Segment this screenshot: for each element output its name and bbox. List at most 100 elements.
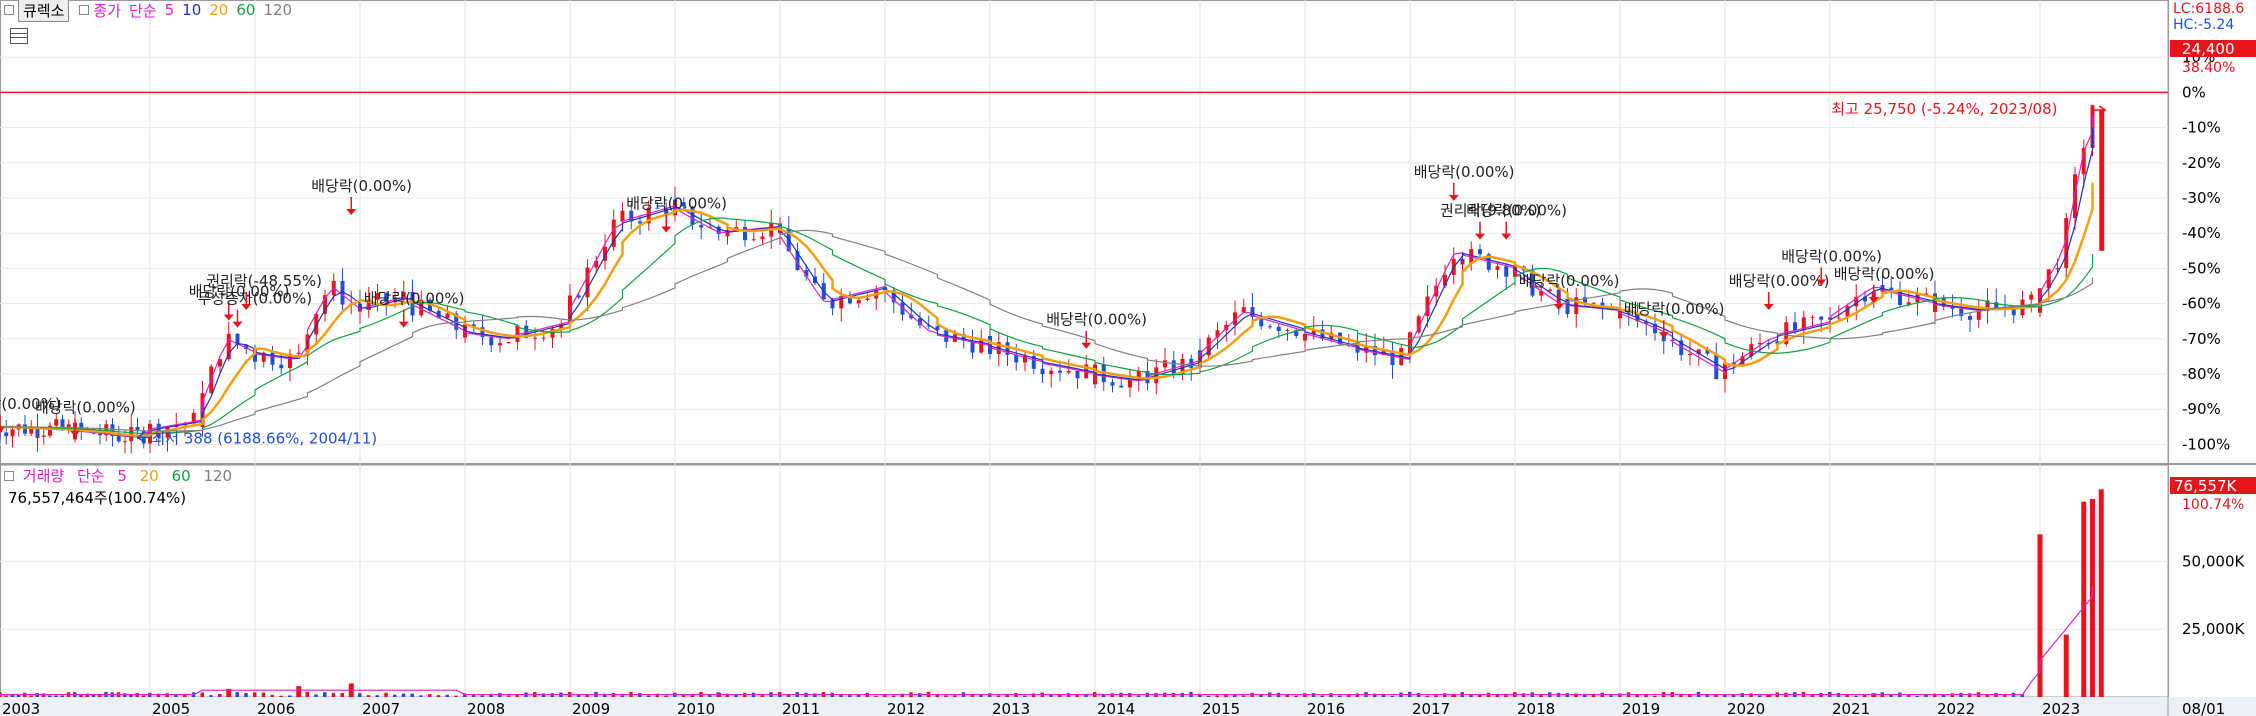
volume-bar	[10, 694, 14, 697]
candle-body	[253, 358, 257, 362]
event-annotation: 배당락(0.00%)	[1729, 272, 1830, 290]
candle-body	[1066, 371, 1071, 373]
x-tick-label: 2015	[1202, 700, 1240, 716]
volume-bar	[480, 695, 484, 697]
event-annotation: 배당락(0.00%)	[1624, 300, 1725, 318]
volume-bar	[848, 695, 852, 697]
candle-body	[1478, 249, 1482, 255]
volume-bar	[1320, 695, 1324, 697]
legend-toggle-icon[interactable]	[4, 5, 14, 15]
volume-bar	[1215, 695, 1219, 697]
volume-bar-key	[2098, 489, 2104, 697]
volume-bar	[996, 695, 1001, 697]
y-tick-label: -90%	[2182, 400, 2221, 418]
last-price-label: 24,400	[2182, 40, 2235, 58]
x-tick-label: 2010	[677, 700, 715, 716]
candle-body	[533, 337, 537, 339]
volume-bar	[760, 694, 764, 697]
volume-bar	[129, 694, 133, 697]
event-annotation: 배당락(0.00%)	[1834, 265, 1935, 283]
volume-bar	[979, 694, 983, 697]
volume-bar	[1854, 695, 1858, 697]
y-tick-label: -70%	[2182, 330, 2221, 348]
event-annotation: 배당락(0.00%)	[311, 177, 412, 195]
volume-bar	[445, 694, 449, 697]
candle-body	[506, 342, 511, 344]
volume-bar	[1136, 695, 1141, 697]
low-annotation: 최저 388 (6188.66%, 2004/11)	[152, 429, 378, 447]
volume-bar	[29, 695, 33, 697]
volume-bar	[1338, 695, 1342, 697]
volume-bar	[1434, 695, 1438, 697]
volume-bar-key	[296, 686, 302, 697]
candle-body	[1793, 322, 1797, 331]
x-tick-label: 2014	[1097, 700, 1135, 716]
legend-toggle-icon[interactable]	[79, 5, 90, 15]
candle-body	[1504, 266, 1509, 277]
volume-bar	[340, 692, 344, 697]
volume-bar	[1206, 695, 1211, 697]
volume-bar	[646, 695, 651, 697]
candle-body	[1688, 353, 1692, 356]
candle-body	[1591, 302, 1596, 304]
candle-body	[638, 221, 642, 224]
chart-canvas[interactable]: 2003 2005 2006 2007 2008 2009 2010 2011 2012 2013…	[0, 0, 2256, 716]
candle-body	[1836, 317, 1841, 319]
volume-bar	[1933, 695, 1937, 697]
candle-body	[41, 435, 46, 437]
volume-bar	[270, 694, 274, 697]
volume-bar	[725, 695, 729, 697]
candle-body	[856, 299, 861, 304]
volume-bar	[1250, 695, 1254, 697]
candle-body	[1268, 326, 1272, 328]
volume-bar	[375, 695, 379, 697]
event-annotation: 권리락(-48.55%)	[206, 272, 322, 290]
volume-bar	[279, 695, 283, 697]
volume-bar	[209, 695, 213, 697]
candle-body	[1285, 329, 1290, 332]
volume-bar	[541, 693, 546, 697]
candle-body	[270, 352, 275, 365]
candle-body	[699, 224, 704, 228]
candle-body	[1460, 263, 1465, 265]
volume-bar	[1241, 695, 1246, 697]
x-tick-label: 2011	[782, 700, 820, 716]
candle-body	[498, 343, 502, 346]
candle-body	[2029, 294, 2034, 300]
candle-body	[1241, 307, 1246, 313]
volume-bar	[419, 695, 423, 697]
candle-body	[743, 227, 747, 241]
legend-toggle-icon[interactable]	[4, 471, 14, 481]
price-legend: 큐렉소 종가 단순 5 10 20 60 120	[0, 0, 292, 22]
candle-body	[296, 352, 301, 354]
volume-bar	[1031, 693, 1036, 697]
candle-body	[751, 239, 756, 241]
volume-bar	[620, 695, 624, 697]
volume-bar	[288, 695, 292, 697]
candle-body	[1040, 370, 1045, 375]
volume-bar	[883, 695, 887, 697]
last-pct-label: 38.40%	[2182, 60, 2235, 76]
volume-bar	[384, 692, 388, 697]
volume-bar	[200, 692, 204, 697]
candle-body	[35, 436, 40, 439]
stock-chart-window: 2003 2005 2006 2007 2008 2009 2010 2011 2012 2013…	[0, 0, 2256, 716]
volume-bar	[48, 695, 52, 697]
x-tick-label: 2006	[257, 700, 295, 716]
volume-legend: 거래량 단순 5 20 60 120	[0, 465, 232, 486]
x-tick-label: 2003	[2, 700, 40, 716]
candle-body	[489, 337, 494, 346]
volume-bar	[305, 691, 309, 697]
vol-tick-label: 25,000K	[2182, 620, 2245, 638]
table-view-icon[interactable]	[10, 28, 28, 44]
volume-bar	[970, 695, 974, 697]
exchange-tag[interactable]: 큐렉소	[18, 0, 70, 22]
volume-bar	[690, 695, 694, 697]
hc-readout: HC:-5.24	[2173, 17, 2234, 33]
vol-ma120-label: 120	[203, 467, 233, 485]
event-annotation: 배당락(0.00%)	[1414, 163, 1515, 181]
candle-body	[2055, 267, 2060, 270]
x-tick-label: 2022	[1937, 700, 1975, 716]
event-annotation: 무상증자(0.00%)	[198, 290, 313, 308]
volume-bar	[1653, 695, 1657, 697]
